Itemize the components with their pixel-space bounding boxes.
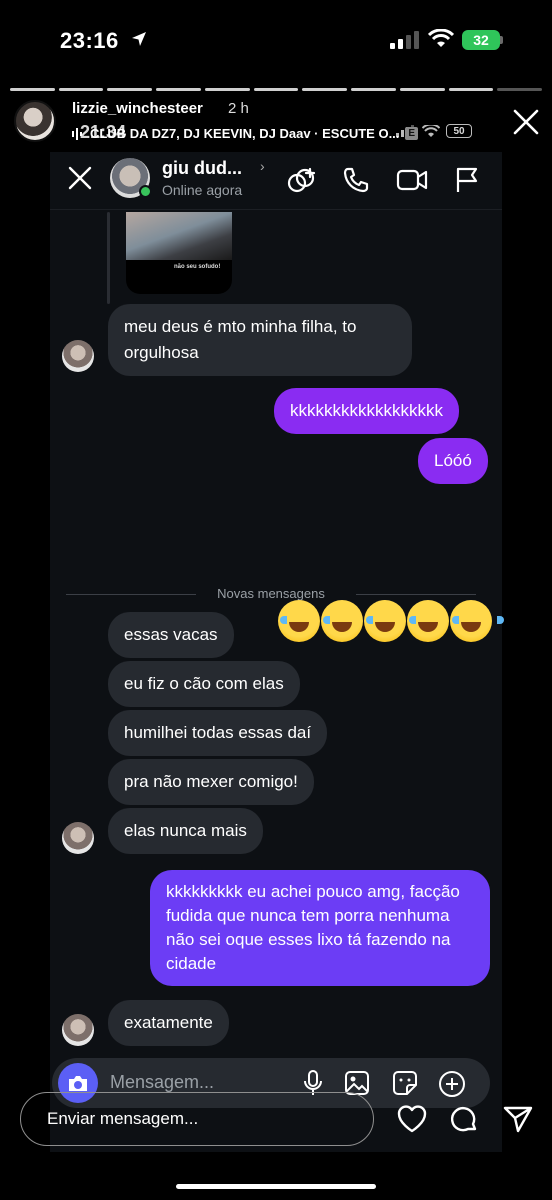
- status-bar: 23:16 32: [0, 0, 552, 80]
- avatar[interactable]: [62, 1014, 94, 1046]
- progress-segment: [10, 88, 55, 91]
- chevron-right-icon: ›: [260, 158, 265, 174]
- progress-segment: [253, 88, 299, 91]
- wifi-icon: [422, 124, 440, 137]
- message-bubble[interactable]: Lóóó: [418, 438, 488, 484]
- explicit-icon: E: [405, 127, 419, 140]
- message-text: meu deus é mto minha filha, to: [124, 317, 357, 336]
- wifi-icon: [428, 29, 454, 47]
- message-bubble[interactable]: eu fiz o cão com elas: [108, 661, 300, 707]
- message-bubble[interactable]: elas nunca mais: [108, 808, 263, 854]
- plus-icon[interactable]: [438, 1070, 466, 1098]
- progress-segment: [58, 88, 104, 91]
- flag-icon[interactable]: [454, 166, 480, 194]
- media-image: [126, 212, 232, 260]
- laugh-emoji-icon: [278, 600, 332, 642]
- avatar[interactable]: [62, 340, 94, 372]
- sticker-icon[interactable]: [392, 1070, 418, 1096]
- reply-line: [107, 212, 110, 304]
- story-avatar[interactable]: [14, 100, 56, 142]
- story-reply-input[interactable]: Enviar mensagem...: [20, 1092, 374, 1146]
- home-indicator[interactable]: [176, 1184, 376, 1189]
- status-time: 23:16: [60, 28, 119, 53]
- add-person-icon[interactable]: [286, 166, 316, 196]
- heart-icon[interactable]: [396, 1104, 428, 1134]
- story-progress: [10, 88, 543, 91]
- media-caption: não seu sofudo!: [174, 264, 221, 270]
- music-text: CLUB DA DZ7, DJ KEEVIN, DJ Daav · ESCUTE…: [90, 126, 400, 141]
- message-bubble[interactable]: kkkkkkkkk eu achei pouco amg, facção fud…: [150, 870, 490, 986]
- message-text: orgulhosa: [124, 343, 199, 362]
- avatar[interactable]: [62, 822, 94, 854]
- battery-icon: 32: [462, 30, 500, 50]
- progress-segment: [204, 88, 250, 91]
- message-bubble[interactable]: kkkkkkkkkkkkkkkkkk: [274, 388, 459, 434]
- laugh-emoji-icon: [407, 600, 461, 642]
- message-bubble[interactable]: exatamente: [108, 1000, 229, 1046]
- story-username[interactable]: lizzie_winchesteer: [72, 100, 203, 117]
- message-bubble[interactable]: humilhei todas essas daí: [108, 710, 328, 756]
- story-age: 2 h: [228, 100, 249, 117]
- camera-icon: [69, 1076, 87, 1091]
- online-indicator: [139, 185, 152, 198]
- comment-icon[interactable]: [448, 1104, 480, 1134]
- reply-placeholder: Enviar mensagem...: [47, 1109, 199, 1128]
- phone-icon[interactable]: [342, 166, 370, 194]
- message-bubble[interactable]: essas vacas: [108, 612, 234, 658]
- laugh-emoji-icon: [321, 600, 375, 642]
- video-icon[interactable]: [396, 166, 428, 194]
- signal-icon: [390, 31, 419, 49]
- progress-segment: [448, 88, 494, 91]
- laugh-emoji-icon: [364, 600, 418, 642]
- shared-media[interactable]: não seu sofudo!: [126, 212, 232, 294]
- progress-segment: [399, 88, 445, 91]
- laugh-emoji-icon: [450, 600, 504, 642]
- story-music[interactable]: CLUB DA DZ7, DJ KEEVIN, DJ Daav · ESCUTE…: [72, 126, 419, 141]
- close-icon[interactable]: [66, 164, 94, 192]
- message-bubble[interactable]: meu deus é mto minha filha, to orgulhosa: [108, 304, 412, 376]
- contact-name[interactable]: giu dud...: [162, 158, 242, 179]
- location-arrow-icon: [132, 32, 146, 46]
- send-icon[interactable]: [502, 1104, 534, 1134]
- message-bubble[interactable]: pra não mexer comigo!: [108, 759, 314, 805]
- dm-header: giu dud... › Online agora: [50, 152, 502, 210]
- battery-icon: 50: [446, 124, 472, 138]
- emoji-reaction: [278, 600, 504, 642]
- dm-screenshot: giu dud... › Online agora não seu sofudo…: [50, 152, 504, 1152]
- close-icon[interactable]: [512, 108, 540, 136]
- message-input[interactable]: Mensagem...: [110, 1072, 214, 1093]
- story-viewer[interactable]: lizzie_winchesteer 21:34 2 h 50 CLUB DA …: [0, 80, 552, 1200]
- divider-line: [356, 594, 476, 595]
- progress-segment: [497, 88, 543, 91]
- progress-segment: [302, 88, 348, 91]
- battery-tip: [500, 36, 503, 44]
- progress-segment: [107, 88, 153, 91]
- contact-status: Online agora: [162, 182, 243, 198]
- progress-segment: [351, 88, 396, 91]
- music-bars-icon: [72, 127, 82, 140]
- progress-segment: [156, 88, 201, 91]
- story-header: lizzie_winchesteer 21:34 2 h 50 CLUB DA …: [0, 98, 552, 150]
